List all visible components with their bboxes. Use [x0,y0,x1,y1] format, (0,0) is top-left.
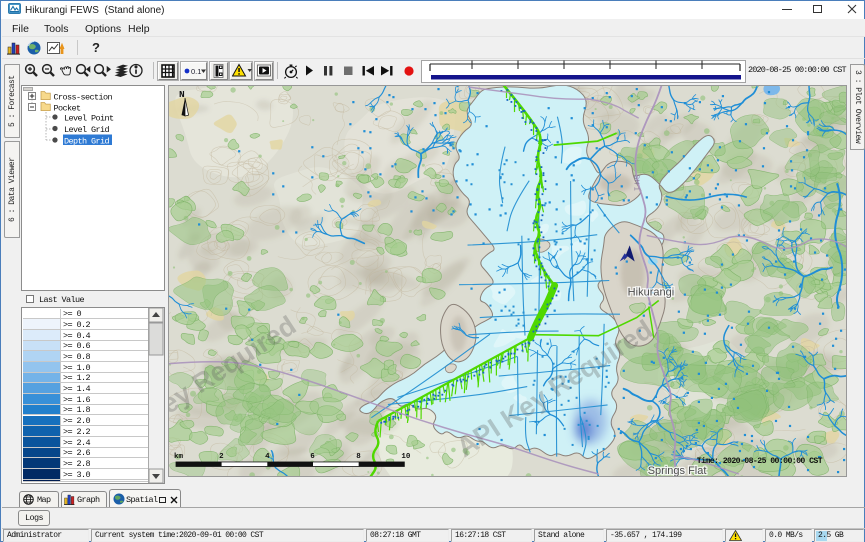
svg-text:Time: 2020-08-25 00:00:00 CST: Time: 2020-08-25 00:00:00 CST [697,456,823,466]
svg-text:Cross-section: Cross-section [54,93,113,103]
svg-text:Depth Grid: Depth Grid [64,137,110,147]
svg-text:Hikurangi: Hikurangi [628,287,675,299]
svg-text:10: 10 [401,453,410,461]
svg-text:SH 1: SH 1 [633,174,642,191]
svg-text:Level Grid: Level Grid [64,125,110,135]
svg-text:Pocket: Pocket [54,104,82,114]
svg-text:N: N [179,89,185,100]
svg-text:6: 6 [310,453,315,461]
svg-text:2: 2 [219,453,224,461]
svg-text:8: 8 [356,453,361,461]
svg-text:Level Point: Level Point [64,114,114,124]
svg-text:4: 4 [265,453,270,461]
svg-text:Springs Flat: Springs Flat [648,465,707,477]
svg-text:0.1: 0.1 [191,67,201,76]
svg-text:km: km [174,453,183,461]
